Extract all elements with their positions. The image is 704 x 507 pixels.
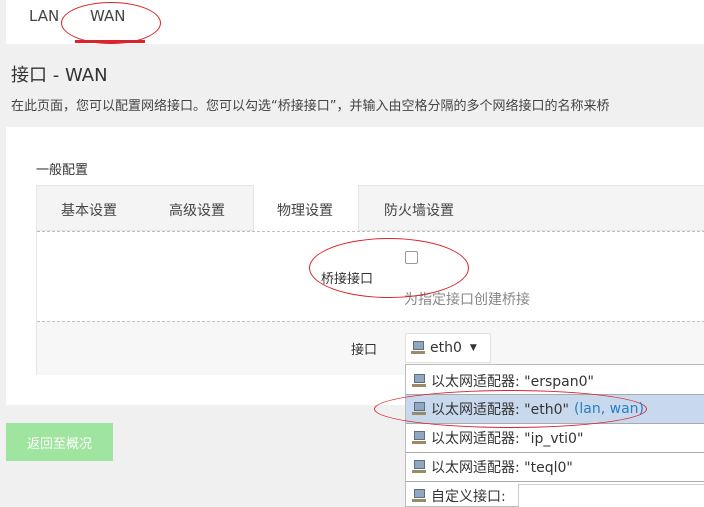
- option-zones: (lan, wan): [573, 401, 645, 417]
- tab-lan[interactable]: LAN: [29, 7, 59, 25]
- option-label: 以太网适配器: "erspan0": [431, 374, 594, 390]
- interface-label: 接口: [351, 343, 378, 358]
- bridge-row: 桥接接口 为指定接口创建桥接: [37, 231, 704, 321]
- bridge-label: 桥接接口: [321, 272, 374, 287]
- divider: [37, 231, 704, 232]
- option-label: 以太网适配器: "ip_vti0": [431, 431, 584, 447]
- bridge-checkbox[interactable]: [405, 251, 418, 264]
- back-to-overview-button[interactable]: 返回至概况: [6, 423, 113, 461]
- top-tab-bar: LAN WAN: [6, 0, 704, 44]
- network-adapter-icon: [410, 340, 426, 356]
- custom-interface-label: 自定义接口:: [431, 489, 506, 505]
- interface-select-value: eth0: [430, 340, 462, 356]
- tab-firewall-settings[interactable]: 防火墙设置: [384, 200, 454, 220]
- tab-basic-settings[interactable]: 基本设置: [61, 200, 117, 220]
- network-adapter-icon: [411, 373, 427, 389]
- dropdown-option-ip-vti0[interactable]: 以太网适配器: "ip_vti0": [406, 424, 704, 452]
- option-label: 以太网适配器: "teql0": [431, 460, 573, 476]
- network-adapter-icon: [411, 488, 427, 504]
- network-adapter-icon: [411, 430, 427, 446]
- divider: [37, 321, 704, 322]
- page-title: 接口 - WAN: [11, 65, 108, 86]
- network-adapter-icon: [411, 401, 427, 417]
- interface-dropdown-list: 以太网适配器: "erspan0" 以太网适配器: "eth0" (lan, w…: [405, 364, 704, 507]
- dropdown-option-eth0[interactable]: 以太网适配器: "eth0" (lan, wan): [406, 395, 704, 423]
- dropdown-arrow-icon: ▼: [469, 343, 477, 353]
- interface-select[interactable]: eth0 ▼: [405, 333, 491, 363]
- bridge-hint: 为指定接口创建桥接: [404, 292, 530, 308]
- settings-rows: 桥接接口 为指定接口创建桥接 接口 eth0 ▼: [36, 231, 704, 375]
- network-adapter-icon: [411, 459, 427, 475]
- subtab-bar: 基本设置 高级设置 物理设置 防火墙设置: [36, 185, 704, 232]
- tab-advanced-settings[interactable]: 高级设置: [169, 200, 225, 220]
- dropdown-option-custom[interactable]: 自定义接口:: [406, 482, 704, 507]
- tab-wan[interactable]: WAN: [90, 7, 126, 25]
- dropdown-option-teql0[interactable]: 以太网适配器: "teql0": [406, 453, 704, 481]
- tab-physical-settings[interactable]: 物理设置: [277, 200, 333, 220]
- dropdown-option-erspan0[interactable]: 以太网适配器: "erspan0": [406, 367, 704, 395]
- active-tab-indicator: [75, 40, 145, 43]
- custom-interface-input[interactable]: [518, 484, 704, 507]
- page-description: 在此页面，您可以配置网络接口。您可以勾选“桥接接口”，并输入由空格分隔的多个网络…: [11, 99, 610, 114]
- option-label: 以太网适配器: "eth0": [431, 402, 569, 418]
- section-label: 一般配置: [36, 163, 89, 178]
